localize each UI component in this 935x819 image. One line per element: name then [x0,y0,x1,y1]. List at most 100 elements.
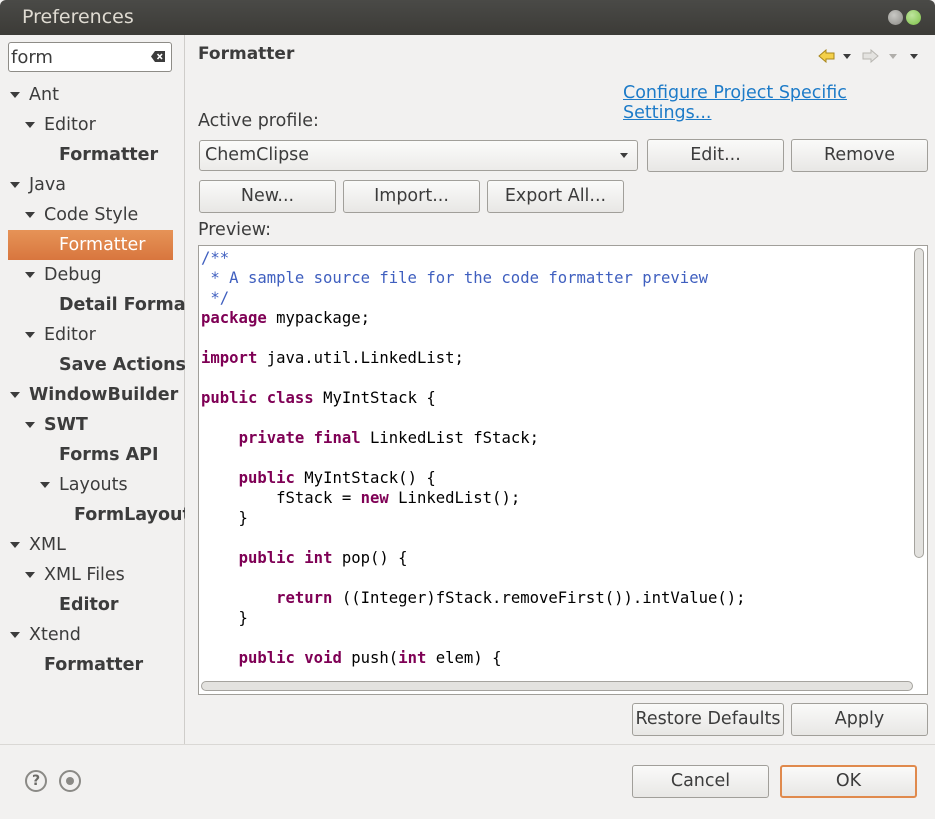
ok-button[interactable]: OK [780,765,917,798]
code-keyword: class [266,389,314,407]
view-menu-icon[interactable] [910,54,918,59]
code-keyword: private [238,429,305,447]
code-keyword: public [238,549,295,567]
code-line: fStack = new LinkedList(); [201,488,746,508]
preference-tree: Ant Editor Formatter Java Code Style Formatte… [0,80,185,730]
help-icon[interactable]: ? [25,770,47,792]
tree-item[interactable]: Ant [0,80,185,110]
tree-item[interactable]: Java [0,170,185,200]
tree-item-label: FormLayout [74,505,185,525]
import-export-icon[interactable] [59,770,81,792]
tree-item[interactable]: FormLayout [0,500,185,530]
expand-arrow-icon[interactable] [40,482,50,488]
tree-item[interactable]: Formatter [8,230,173,260]
tree-item[interactable]: Formatter [0,140,185,170]
filter-input[interactable] [11,45,143,69]
tree-item-label: Java [29,175,66,195]
expand-arrow-icon[interactable] [10,92,20,98]
tree-item[interactable]: Formatter [0,650,185,680]
clear-filter-icon[interactable] [151,49,166,64]
tree-item-label: Editor [44,115,96,135]
tree-item[interactable]: Editor [0,320,185,350]
dialog-footer: ? Cancel OK [0,744,935,819]
code-preview[interactable]: /** * A sample source file for the code … [198,245,928,695]
filter-field[interactable] [8,42,172,72]
chevron-down-icon [620,153,628,158]
configure-project-settings-link[interactable]: Configure Project Specific Settings... [623,83,935,123]
tree-item[interactable]: Save Actions [0,350,185,380]
tree-item[interactable]: XML Files [0,560,185,590]
expand-arrow-icon[interactable] [10,542,20,548]
expand-arrow-icon[interactable] [25,122,35,128]
code-line: } [201,508,746,528]
new-button[interactable]: New... [199,180,336,213]
tree-item[interactable]: Detail Forma [0,290,185,320]
code-line: public int pop() { [201,548,746,568]
expand-arrow-icon[interactable] [25,272,35,278]
tree-item-label: XML [29,535,66,555]
code-keyword: new [360,489,389,507]
code-keyword: public [238,649,295,667]
preview-vertical-scrollbar[interactable] [914,248,924,558]
expand-arrow-icon[interactable] [25,572,35,578]
back-menu-icon[interactable] [843,54,851,59]
restore-defaults-button[interactable]: Restore Defaults [632,703,784,736]
back-icon[interactable] [818,49,836,63]
export-all-button[interactable]: Export All... [487,180,624,213]
tree-item[interactable]: Layouts [0,470,185,500]
tree-item-label: Formatter [59,235,146,255]
profile-select[interactable]: ChemClipse [199,140,638,171]
tree-item[interactable]: XML [0,530,185,560]
window-titlebar: Preferences [0,0,935,35]
minimize-icon[interactable] [888,10,903,25]
tree-item[interactable]: SWT [0,410,185,440]
code-keyword: final [313,429,361,447]
expand-arrow-icon[interactable] [25,212,35,218]
profile-value: ChemClipse [205,145,310,165]
tree-item[interactable]: Code Style [0,200,185,230]
code-line: private final LinkedList fStack; [201,428,746,448]
expand-arrow-icon[interactable] [10,392,20,398]
tree-item[interactable]: Editor [0,590,185,620]
code-keyword: package [201,309,267,327]
tree-item[interactable]: Debug [0,260,185,290]
tree-item[interactable]: Forms API [0,440,185,470]
expand-arrow-icon[interactable] [10,632,20,638]
tree-item[interactable]: WindowBuilder [0,380,185,410]
close-icon[interactable] [906,10,921,25]
tree-item[interactable]: Xtend [0,620,185,650]
code-text: fStack = [201,489,361,507]
tree-item-label: Editor [44,325,96,345]
tree-item-label: WindowBuilder [29,385,179,405]
expand-arrow-icon[interactable] [25,422,35,428]
active-profile-label: Active profile: [198,111,319,131]
cancel-button[interactable]: Cancel [632,765,769,798]
code-line: import java.util.LinkedList; [201,348,746,368]
import-button[interactable]: Import... [343,180,480,213]
forward-menu-icon[interactable] [889,54,897,59]
code-text: push( [341,649,399,667]
code-keyword: void [304,649,342,667]
preview-horizontal-scrollbar[interactable] [201,681,913,691]
forward-icon[interactable] [861,49,879,63]
preferences-sidebar: Ant Editor Formatter Java Code Style Formatte… [0,35,185,775]
apply-button[interactable]: Apply [791,703,928,736]
expand-arrow-icon[interactable] [25,332,35,338]
tree-item-label: Detail Forma [59,295,185,315]
code-text: ((Integer)fStack.removeFirst()).intValue… [332,589,746,607]
expand-arrow-icon[interactable] [10,182,20,188]
remove-button[interactable]: Remove [791,139,928,172]
tree-item-label: Forms API [59,445,159,465]
tree-item[interactable]: Editor [0,110,185,140]
edit-button[interactable]: Edit... [647,139,784,172]
code-keyword: return [276,589,333,607]
